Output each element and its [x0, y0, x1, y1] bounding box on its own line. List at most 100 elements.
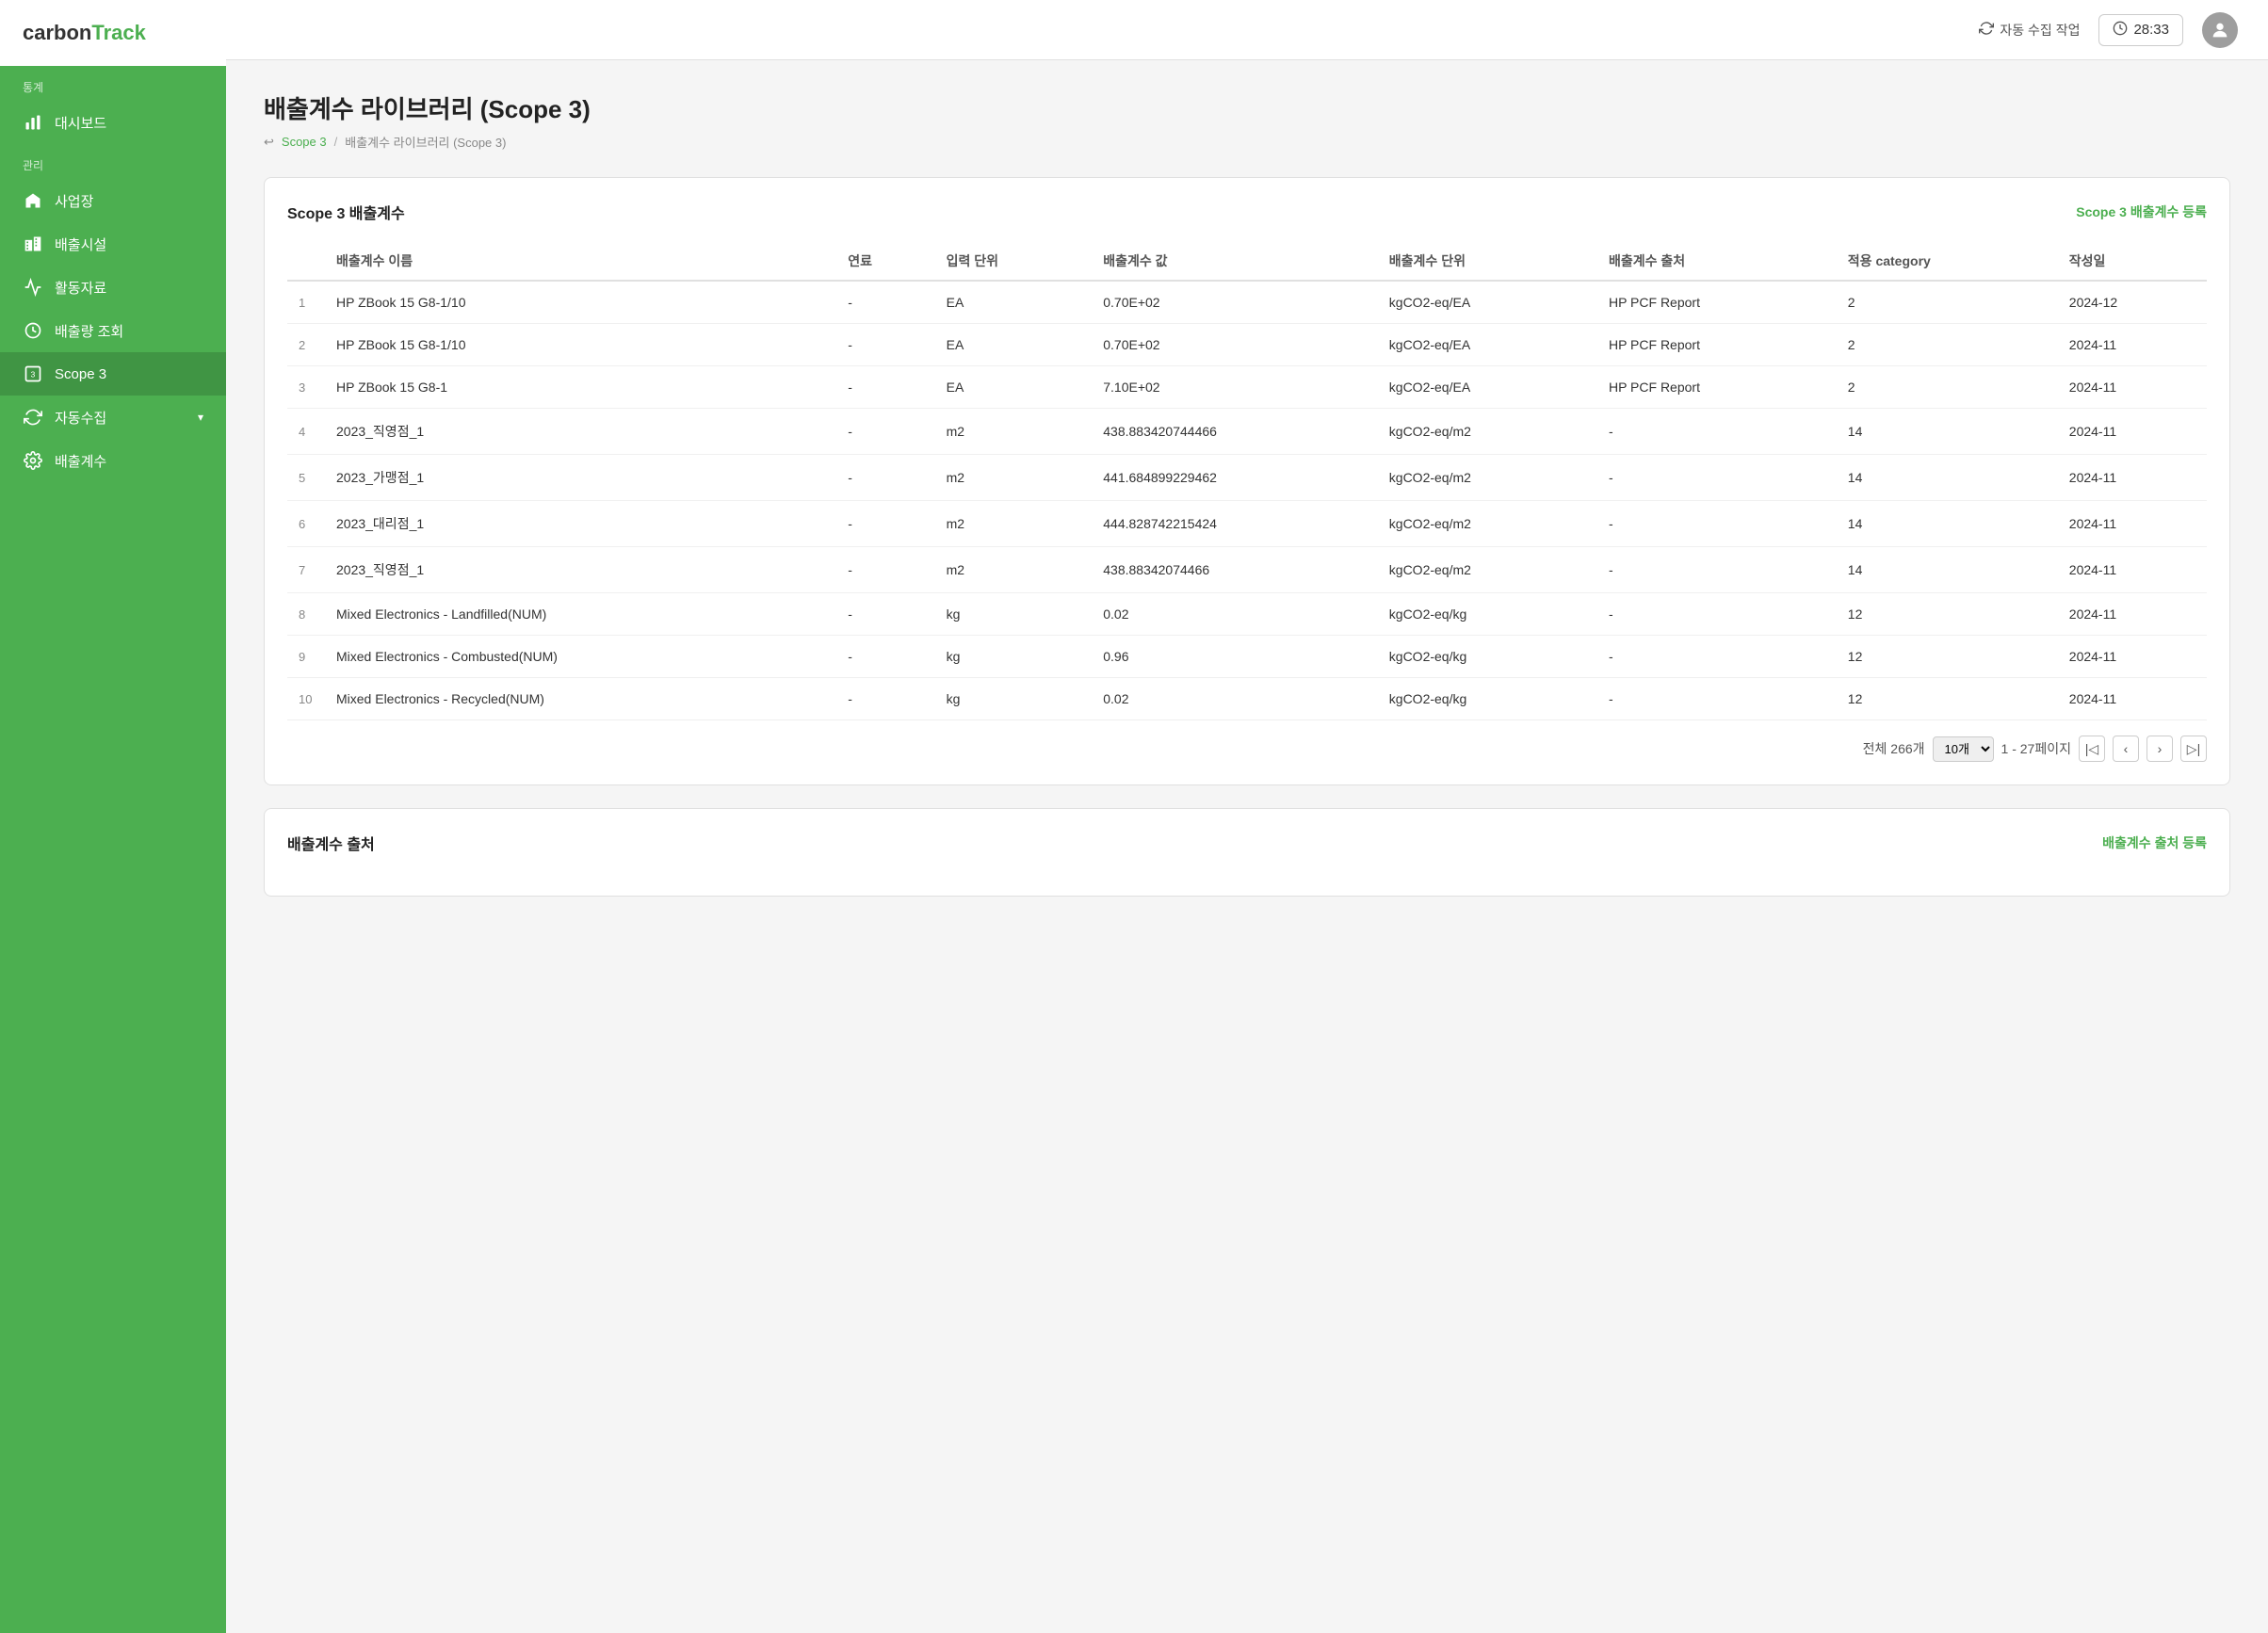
- pagination-first-button[interactable]: |◁: [2079, 736, 2105, 762]
- sidebar-item-dashboard[interactable]: 대시보드: [0, 101, 226, 144]
- sidebar-item-activity-data[interactable]: 활동자료: [0, 266, 226, 309]
- cell-source: -: [1597, 547, 1837, 593]
- table-row[interactable]: 4 2023_직영점_1 - m2 438.883420744466 kgCO2…: [287, 409, 2207, 455]
- sidebar-item-emission-facility[interactable]: 배출시설: [0, 222, 226, 266]
- cell-value: 0.96: [1092, 636, 1378, 678]
- pagination-last-button[interactable]: ▷|: [2180, 736, 2207, 762]
- emission-inquiry-icon: [23, 320, 43, 341]
- main-content: 자동 수집 작업 28:33 배출계수 라이브러리 (Scope 3) ↩ Sc…: [226, 0, 2268, 1633]
- cell-name: HP ZBook 15 G8-1: [325, 366, 836, 409]
- cell-source: -: [1597, 455, 1837, 501]
- scope3-icon: 3: [23, 364, 43, 384]
- cell-date: 2024-11: [2058, 409, 2207, 455]
- cell-date: 2024-12: [2058, 281, 2207, 324]
- auto-collect-icon: [23, 407, 43, 428]
- table-row[interactable]: 10 Mixed Electronics - Recycled(NUM) - k…: [287, 678, 2207, 720]
- sync-icon: [1979, 21, 1994, 39]
- cell-unit: kgCO2-eq/EA: [1378, 324, 1597, 366]
- sidebar-item-auto-collect[interactable]: 자동수집 ▾: [0, 396, 226, 439]
- cell-name: HP ZBook 15 G8-1/10: [325, 324, 836, 366]
- header: 자동 수집 작업 28:33: [226, 0, 2268, 60]
- emission-source-card: 배출계수 출처 배출계수 출처 등록: [264, 808, 2230, 897]
- cell-value: 7.10E+02: [1092, 366, 1378, 409]
- table-row[interactable]: 8 Mixed Electronics - Landfilled(NUM) - …: [287, 593, 2207, 636]
- page-content: 배출계수 라이브러리 (Scope 3) ↩ Scope 3 / 배출계수 라이…: [226, 60, 2268, 1633]
- cell-category: 14: [1837, 409, 2058, 455]
- emission-source-title: 배출계수 출처: [287, 832, 375, 854]
- cell-date: 2024-11: [2058, 324, 2207, 366]
- table-row[interactable]: 1 HP ZBook 15 G8-1/10 - EA 0.70E+02 kgCO…: [287, 281, 2207, 324]
- cell-source: -: [1597, 501, 1837, 547]
- pagination: 전체 266개 10개 20개 50개 1 - 27페이지 |◁ ‹ › ▷|: [287, 736, 2207, 762]
- pagination-prev-button[interactable]: ‹: [2113, 736, 2139, 762]
- cell-date: 2024-11: [2058, 501, 2207, 547]
- table-row[interactable]: 5 2023_가맹점_1 - m2 441.684899229462 kgCO2…: [287, 455, 2207, 501]
- cell-fuel: -: [836, 455, 934, 501]
- cell-no: 4: [287, 409, 325, 455]
- col-input-unit: 입력 단위: [935, 242, 1093, 281]
- cell-name: 2023_직영점_1: [325, 547, 836, 593]
- cell-input-unit: m2: [935, 501, 1093, 547]
- sidebar-item-auto-collect-label: 자동수집: [55, 408, 106, 428]
- cell-input-unit: m2: [935, 455, 1093, 501]
- cell-no: 6: [287, 501, 325, 547]
- cell-fuel: -: [836, 593, 934, 636]
- cell-input-unit: EA: [935, 324, 1093, 366]
- sidebar-item-scope3[interactable]: 3 Scope 3: [0, 352, 226, 396]
- col-no: [287, 242, 325, 281]
- cell-input-unit: m2: [935, 409, 1093, 455]
- register-scope3-button[interactable]: Scope 3 배출계수 등록: [2076, 202, 2207, 221]
- cell-source: -: [1597, 409, 1837, 455]
- avatar[interactable]: [2202, 12, 2238, 48]
- table-row[interactable]: 7 2023_직영점_1 - m2 438.88342074466 kgCO2-…: [287, 547, 2207, 593]
- cell-value: 441.684899229462: [1092, 455, 1378, 501]
- clock-icon: [2113, 21, 2128, 40]
- sidebar-item-emission-factor[interactable]: 배출계수: [0, 439, 226, 482]
- table-row[interactable]: 6 2023_대리점_1 - m2 444.828742215424 kgCO2…: [287, 501, 2207, 547]
- table-row[interactable]: 9 Mixed Electronics - Combusted(NUM) - k…: [287, 636, 2207, 678]
- emission-source-header: 배출계수 출처 배출계수 출처 등록: [287, 832, 2207, 854]
- auto-collect-label: 자동 수집 작업: [2000, 21, 2080, 40]
- sidebar-item-activity-data-label: 활동자료: [55, 278, 106, 298]
- sidebar-item-emission-factor-label: 배출계수: [55, 451, 106, 471]
- cell-unit: kgCO2-eq/m2: [1378, 501, 1597, 547]
- cell-fuel: -: [836, 366, 934, 409]
- breadcrumb-back-icon: ↩: [264, 135, 274, 150]
- sidebar-item-emission-inquiry-label: 배출량 조회: [55, 321, 123, 341]
- cell-category: 14: [1837, 547, 2058, 593]
- activity-icon: [23, 277, 43, 298]
- register-source-button[interactable]: 배출계수 출처 등록: [2102, 833, 2207, 852]
- cell-source: HP PCF Report: [1597, 281, 1837, 324]
- col-category: 적용 category: [1837, 242, 2058, 281]
- table-row[interactable]: 3 HP ZBook 15 G8-1 - EA 7.10E+02 kgCO2-e…: [287, 366, 2207, 409]
- cell-name: 2023_직영점_1: [325, 409, 836, 455]
- sidebar-item-scope3-label: Scope 3: [55, 366, 106, 382]
- cell-no: 2: [287, 324, 325, 366]
- cell-no: 8: [287, 593, 325, 636]
- per-page-select[interactable]: 10개 20개 50개: [1933, 736, 1994, 762]
- cell-value: 444.828742215424: [1092, 501, 1378, 547]
- cell-date: 2024-11: [2058, 678, 2207, 720]
- home-icon: [23, 190, 43, 211]
- sidebar-item-dashboard-label: 대시보드: [55, 113, 106, 133]
- cell-unit: kgCO2-eq/m2: [1378, 455, 1597, 501]
- cell-unit: kgCO2-eq/EA: [1378, 366, 1597, 409]
- cell-value: 0.70E+02: [1092, 281, 1378, 324]
- cell-input-unit: EA: [935, 281, 1093, 324]
- sidebar-item-emission-inquiry[interactable]: 배출량 조회: [0, 309, 226, 352]
- breadcrumb-scope3-link[interactable]: Scope 3: [282, 135, 327, 149]
- cell-date: 2024-11: [2058, 366, 2207, 409]
- col-fuel: 연료: [836, 242, 934, 281]
- sidebar: carbon Track 통계 대시보드 관리 사업장 배출시설 활동자료 배출…: [0, 0, 226, 1633]
- pagination-next-button[interactable]: ›: [2146, 736, 2173, 762]
- auto-collect-status: 자동 수집 작업: [1979, 21, 2080, 40]
- table-header: 배출계수 이름 연료 입력 단위 배출계수 값 배출계수 단위 배출계수 출처 …: [287, 242, 2207, 281]
- table-row[interactable]: 2 HP ZBook 15 G8-1/10 - EA 0.70E+02 kgCO…: [287, 324, 2207, 366]
- cell-source: -: [1597, 593, 1837, 636]
- section-stats-label: 통계: [0, 66, 226, 101]
- sidebar-item-emission-facility-label: 배출시설: [55, 234, 106, 254]
- cell-value: 438.88342074466: [1092, 547, 1378, 593]
- col-value: 배출계수 값: [1092, 242, 1378, 281]
- timer-display: 28:33: [2098, 14, 2183, 46]
- sidebar-item-business-site[interactable]: 사업장: [0, 179, 226, 222]
